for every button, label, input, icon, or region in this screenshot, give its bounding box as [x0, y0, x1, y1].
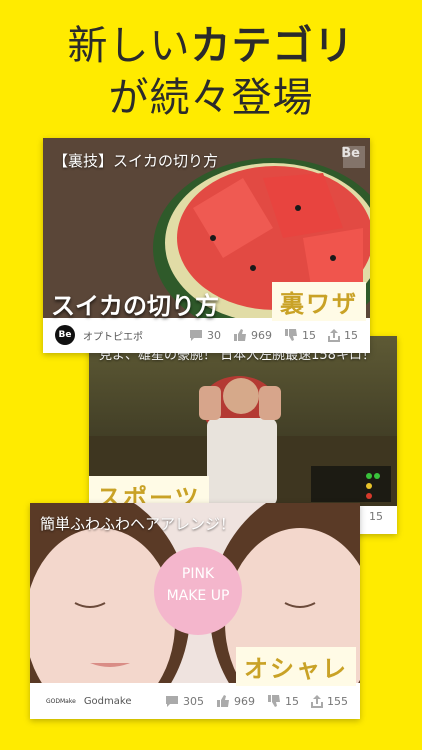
brand-badge: Be — [341, 146, 360, 161]
comment-icon — [190, 330, 202, 341]
dislike-count: 15 — [302, 328, 316, 342]
promo-headline: 新しいカテゴリ が続々登場 — [0, 20, 422, 124]
thumbs-down-icon — [285, 329, 297, 341]
dislike-stat[interactable]: 15 — [267, 695, 299, 708]
comment-count: 305 — [183, 694, 204, 708]
like-stat[interactable]: 969 — [233, 329, 272, 342]
comment-icon — [166, 696, 178, 707]
share-stat[interactable]: 15 — [365, 510, 383, 523]
share-count: 15 — [369, 509, 383, 523]
headline-emphasis: カテゴリ — [190, 23, 355, 69]
channel-name[interactable]: Godmake — [84, 696, 132, 707]
video-caption: 【裏技】スイカの切り方 — [53, 152, 219, 170]
category-label: 裏ワザ — [272, 282, 366, 321]
share-icon — [328, 328, 340, 342]
thumbs-up-icon — [217, 695, 229, 707]
video-caption: 簡単ふわふわヘアアレンジ！ — [40, 515, 236, 533]
headline-prefix: 新しい — [67, 23, 191, 69]
share-count: 15 — [344, 328, 358, 342]
video-card-fashion[interactable]: 簡単ふわふわヘアアレンジ！ PINK MAKE UP オシャレ GODMake … — [30, 503, 360, 719]
like-count: 969 — [234, 694, 255, 708]
comment-stat[interactable]: 305 — [165, 695, 204, 708]
share-icon — [311, 694, 323, 708]
headline-line2: が続々登場 — [108, 75, 314, 121]
share-stat[interactable]: 155 — [311, 694, 348, 708]
comment-stat[interactable]: 30 — [189, 329, 221, 342]
thumbs-up-icon — [234, 329, 246, 341]
thumbs-down-icon — [268, 695, 280, 707]
channel-avatar[interactable]: Be — [55, 325, 75, 345]
comment-count: 30 — [207, 328, 221, 342]
share-count: 155 — [327, 694, 348, 708]
badge-line-2: MAKE UP — [166, 588, 230, 604]
badge-line-1: PINK — [181, 566, 215, 582]
channel-name[interactable]: オプトピエポ — [83, 328, 143, 343]
share-stat[interactable]: 15 — [328, 328, 358, 342]
like-count: 969 — [251, 328, 272, 342]
category-label: オシャレ — [236, 647, 356, 686]
title-overlay: スイカの切り方 — [51, 292, 219, 320]
like-stat[interactable]: 969 — [216, 695, 255, 708]
channel-logo[interactable]: GODMake — [46, 698, 76, 705]
video-card-watermelon[interactable]: 【裏技】スイカの切り方 Be スイカの切り方 裏ワザ Be オプトピエポ 30 … — [43, 138, 370, 353]
dislike-count: 15 — [285, 694, 299, 708]
pink-makeup-badge: PINK MAKE UP — [154, 563, 242, 607]
dislike-stat[interactable]: 15 — [284, 329, 316, 342]
